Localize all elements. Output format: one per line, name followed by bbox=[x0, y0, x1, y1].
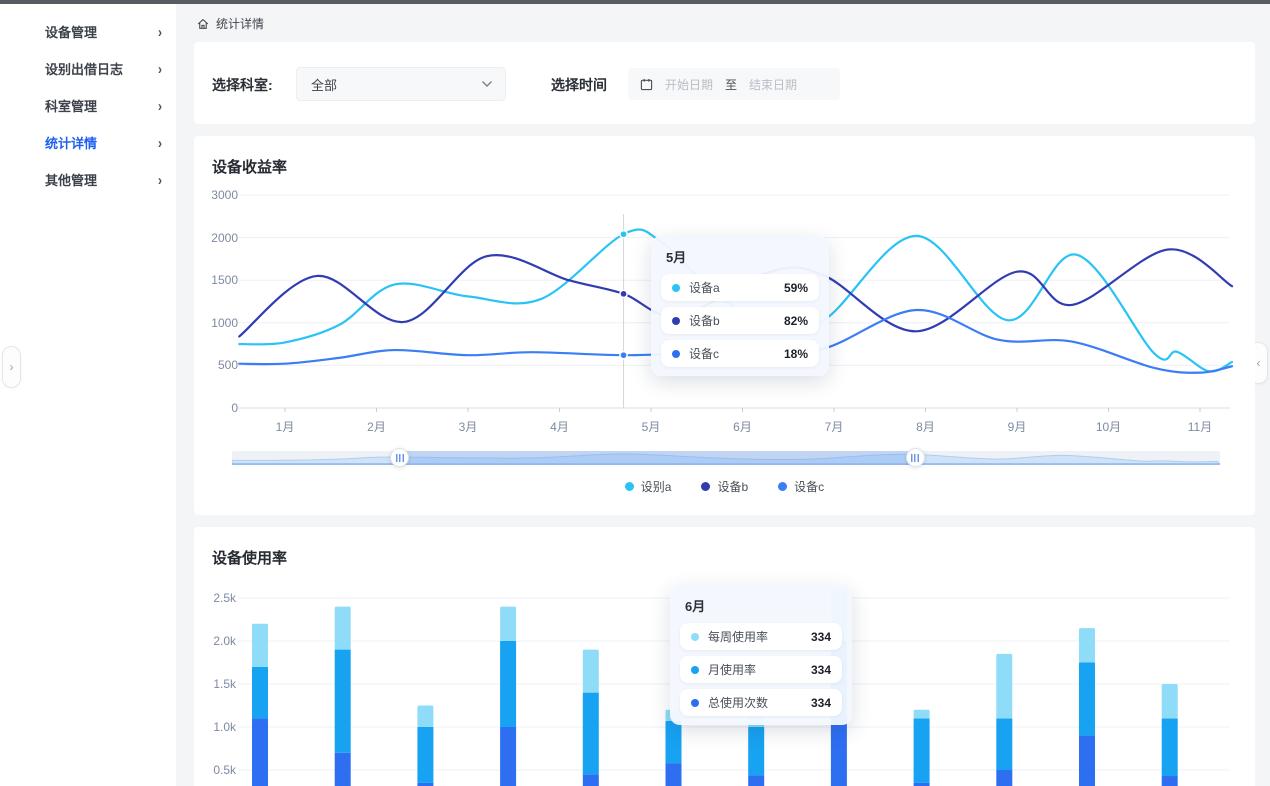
calendar-icon bbox=[640, 78, 653, 91]
x-axis-label: 7月 bbox=[812, 418, 856, 435]
x-axis-label: 4月 bbox=[538, 418, 582, 435]
start-date-input[interactable]: 开始日期 bbox=[665, 76, 713, 93]
sidebar-item-label: 设备管理 bbox=[45, 22, 97, 41]
x-axis-label: 6月 bbox=[721, 418, 765, 435]
department-filter-label: 选择科室: bbox=[212, 75, 273, 95]
sidebar-item-label: 其他管理 bbox=[45, 170, 97, 189]
legend-item-series-a[interactable]: 设别a bbox=[625, 478, 672, 495]
series-a-dot bbox=[625, 482, 634, 491]
usage-chart-panel: 设备使用率 0.5k1.0k1.5k2.0k2.5k 6月 每周使用率 334 … bbox=[194, 527, 1255, 786]
legend-label: 设别a bbox=[641, 478, 672, 495]
x-axis-label: 2月 bbox=[355, 418, 399, 435]
tooltip-label: 设备c bbox=[689, 345, 719, 362]
tooltip-row: 设备c 18% bbox=[661, 340, 819, 367]
home-icon bbox=[196, 17, 210, 31]
chevron-right-icon: › bbox=[158, 171, 162, 188]
date-range-to-label: 至 bbox=[725, 76, 737, 93]
sidebar-item-department-management[interactable]: 科室管理 › bbox=[0, 87, 176, 124]
data-zoom-minimap bbox=[232, 451, 1220, 465]
revenue-chart-legend: 设别a 设备b 设备c bbox=[194, 478, 1255, 495]
usage-chart-tooltip: 6月 每周使用率 334 月使用率 334 总使用次数 334 bbox=[670, 585, 852, 725]
revenue-chart-panel: 设备收益率 05001000150020003000 1月2月3月4月5月6月7… bbox=[194, 136, 1255, 515]
weekly-usage-dot bbox=[691, 633, 699, 641]
series-a-dot bbox=[672, 284, 680, 292]
tooltip-label: 总使用次数 bbox=[708, 694, 768, 711]
tooltip-value: 18% bbox=[784, 347, 808, 361]
revenue-chart-tooltip: 5月 设备a 59% 设备b 82% 设备c 18% bbox=[651, 236, 829, 376]
chevron-right-icon: › bbox=[158, 97, 162, 114]
tooltip-title: 6月 bbox=[685, 596, 842, 615]
legend-item-series-b[interactable]: 设备b bbox=[701, 478, 748, 495]
chevron-down-icon bbox=[481, 80, 493, 88]
tooltip-title: 5月 bbox=[666, 247, 819, 266]
department-select-value: 全部 bbox=[311, 75, 337, 94]
legend-label: 设备b bbox=[717, 478, 748, 495]
data-zoom-right-handle[interactable] bbox=[906, 448, 925, 467]
grip-icon bbox=[396, 454, 404, 462]
tooltip-row: 每周使用率 334 bbox=[680, 623, 842, 650]
x-axis-label: 11月 bbox=[1178, 418, 1222, 435]
total-usage-dot bbox=[691, 699, 699, 707]
x-axis-label: 9月 bbox=[995, 418, 1039, 435]
time-filter-label: 选择时间 bbox=[551, 75, 607, 95]
x-axis-label: 10月 bbox=[1087, 418, 1131, 435]
end-date-input[interactable]: 结束日期 bbox=[749, 76, 797, 93]
tooltip-label: 设备a bbox=[689, 279, 720, 296]
sidebar-item-lending-log[interactable]: 设别出借日志 › bbox=[0, 50, 176, 87]
tooltip-value: 59% bbox=[784, 281, 808, 295]
breadcrumb: 统计详情 bbox=[196, 15, 264, 32]
data-zoom-left-handle[interactable] bbox=[390, 448, 409, 467]
sidebar-item-label: 设别出借日志 bbox=[45, 59, 123, 78]
screen: 设备管理 › 设别出借日志 › 科室管理 › 统计详情 › 其他管理 › › ‹ bbox=[0, 0, 1270, 786]
x-axis-label: 1月 bbox=[263, 418, 307, 435]
data-zoom-slider[interactable] bbox=[232, 451, 1220, 465]
sidebar-item-label: 统计详情 bbox=[45, 133, 97, 152]
tooltip-row: 设备a 59% bbox=[661, 274, 819, 301]
series-b-dot bbox=[672, 317, 680, 325]
tooltip-label: 设备b bbox=[689, 312, 720, 329]
x-axis-label: 8月 bbox=[904, 418, 948, 435]
tooltip-row: 设备b 82% bbox=[661, 307, 819, 334]
chevron-left-icon: ‹ bbox=[1257, 356, 1261, 370]
x-axis-label: 3月 bbox=[446, 418, 490, 435]
sidebar-item-label: 科室管理 bbox=[45, 96, 97, 115]
grip-icon bbox=[911, 454, 919, 462]
tooltip-value: 334 bbox=[811, 696, 831, 710]
tooltip-value: 82% bbox=[784, 314, 808, 328]
legend-item-series-c[interactable]: 设备c bbox=[778, 478, 824, 495]
tooltip-row: 月使用率 334 bbox=[680, 656, 842, 683]
breadcrumb-label: 统计详情 bbox=[216, 15, 264, 32]
tooltip-row: 总使用次数 334 bbox=[680, 689, 842, 716]
sidebar-item-other-management[interactable]: 其他管理 › bbox=[0, 161, 176, 198]
tooltip-value: 334 bbox=[811, 630, 831, 644]
sidebar: 设备管理 › 设别出借日志 › 科室管理 › 统计详情 › 其他管理 › bbox=[0, 4, 176, 786]
sidebar-item-device-management[interactable]: 设备管理 › bbox=[0, 13, 176, 50]
tooltip-label: 月使用率 bbox=[708, 661, 756, 678]
date-range-picker[interactable]: 开始日期 至 结束日期 bbox=[628, 68, 840, 100]
chevron-right-icon: › bbox=[158, 60, 162, 77]
filter-panel: 选择科室: 全部 选择时间 开始日期 至 结束日期 bbox=[194, 42, 1255, 124]
sidebar-item-statistics[interactable]: 统计详情 › bbox=[0, 124, 176, 161]
x-axis-label: 5月 bbox=[629, 418, 673, 435]
monthly-usage-dot bbox=[691, 666, 699, 674]
usage-chart-title: 设备使用率 bbox=[212, 547, 287, 568]
chevron-right-icon: › bbox=[158, 134, 162, 151]
tooltip-label: 每周使用率 bbox=[708, 628, 768, 645]
chevron-right-icon: › bbox=[10, 360, 14, 374]
revenue-chart-title: 设备收益率 bbox=[212, 156, 287, 177]
top-strip bbox=[0, 0, 1270, 4]
legend-label: 设备c bbox=[794, 478, 824, 495]
sidebar-collapse-handle-left[interactable]: › bbox=[2, 346, 21, 388]
series-b-dot bbox=[701, 482, 710, 491]
tooltip-value: 334 bbox=[811, 663, 831, 677]
chevron-right-icon: › bbox=[158, 23, 162, 40]
department-select[interactable]: 全部 bbox=[296, 67, 506, 101]
series-c-dot bbox=[778, 482, 787, 491]
series-c-dot bbox=[672, 350, 680, 358]
